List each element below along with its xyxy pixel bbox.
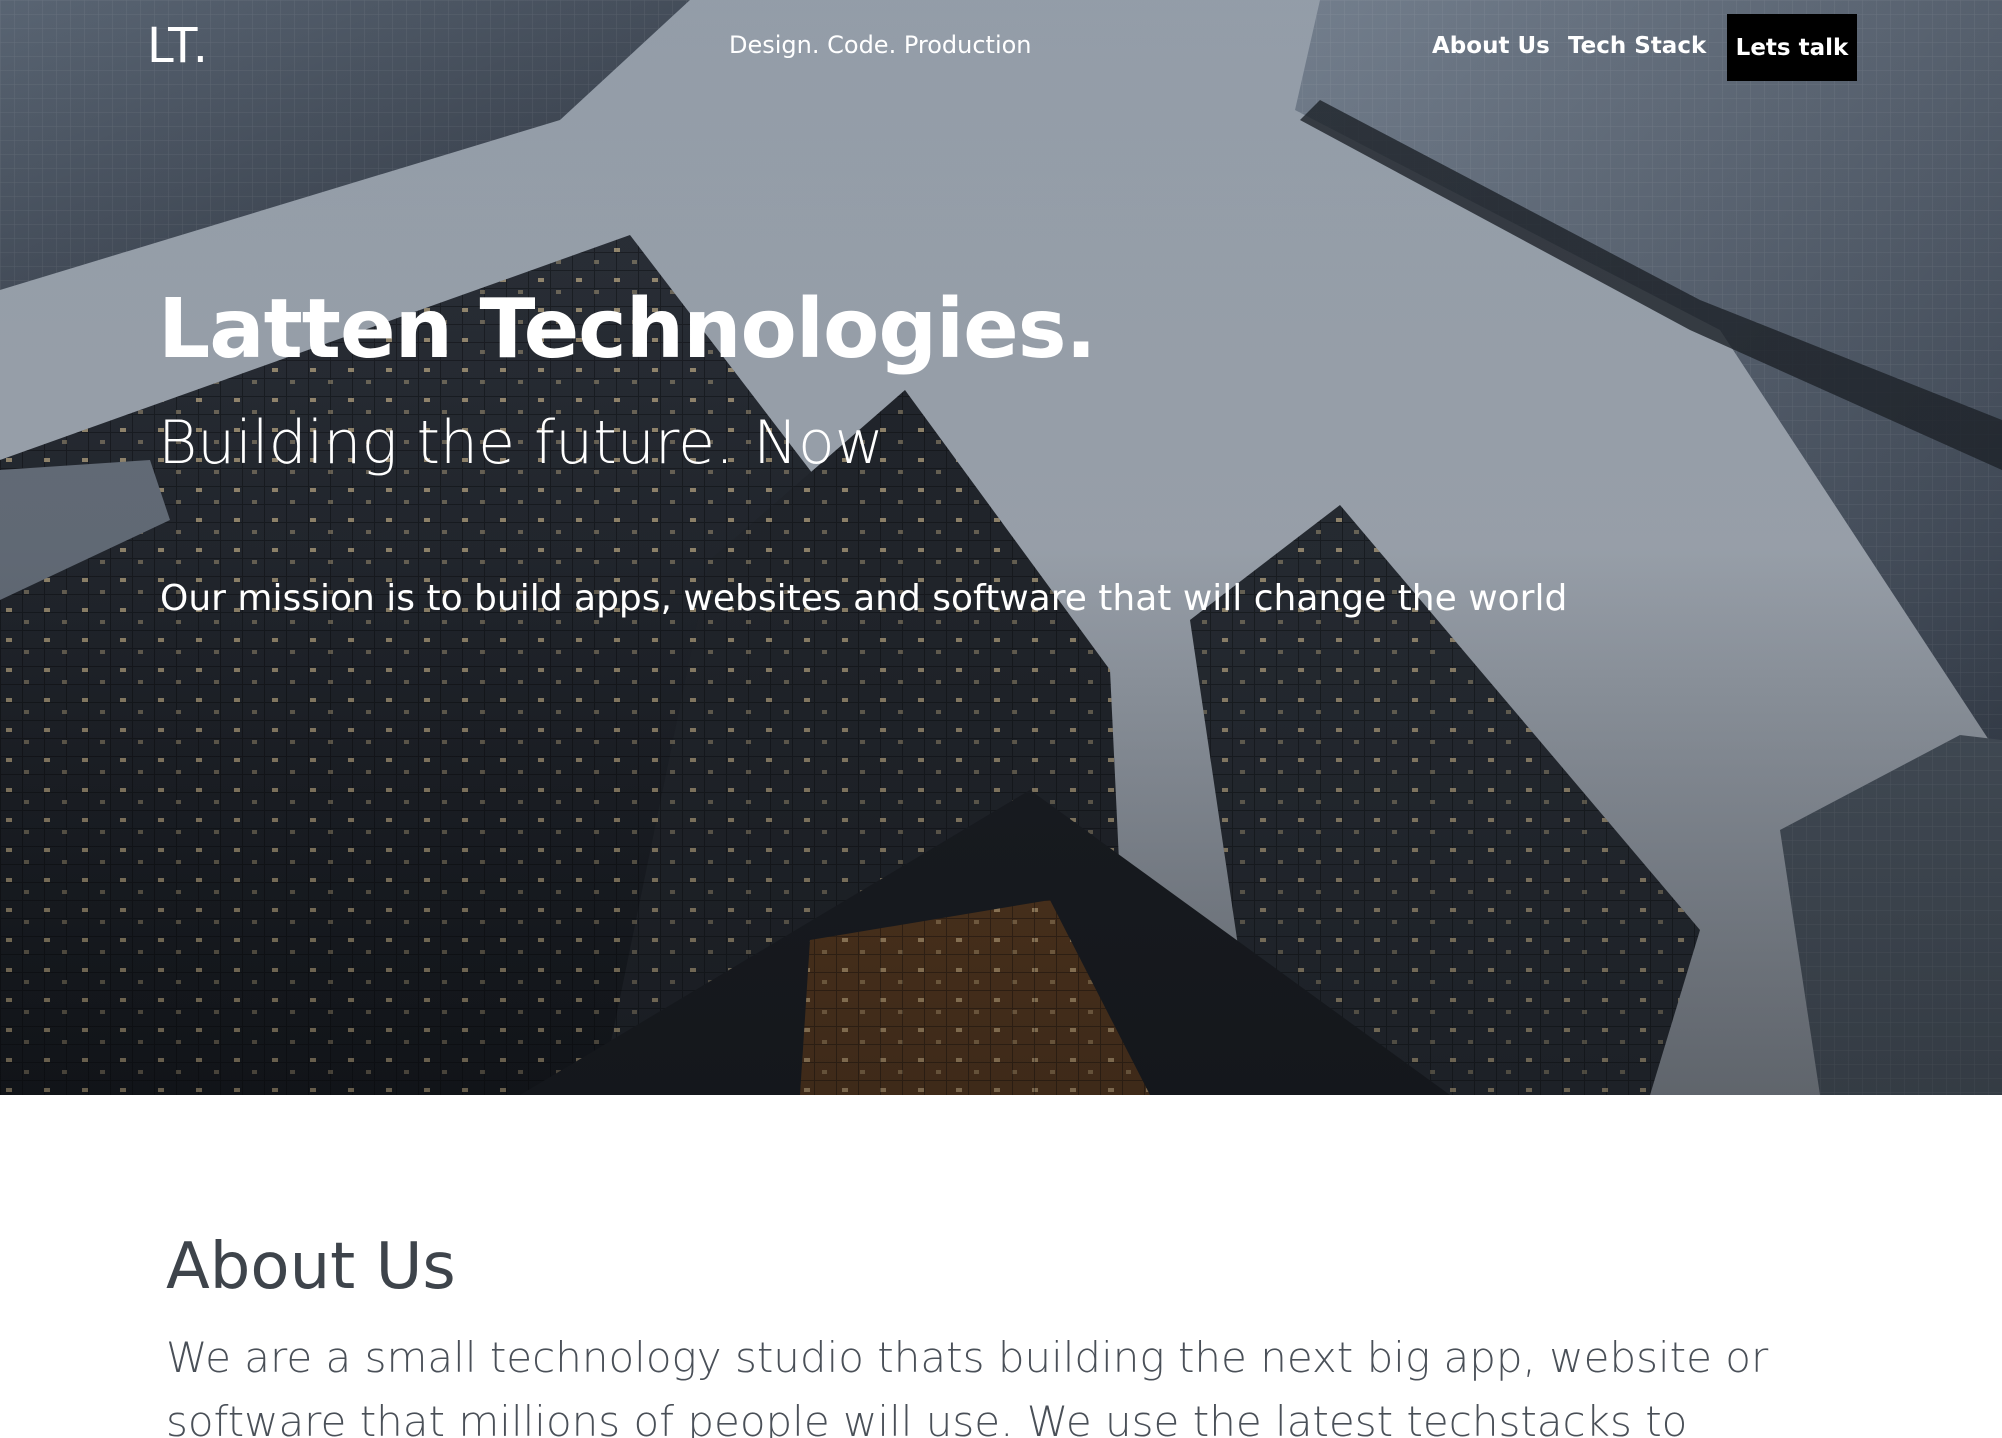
page: LT. Design. Code. Production About Us Te… [0,0,2002,1438]
nav-tagline: Design. Code. Production [729,31,1032,59]
about-body: We are a small technology studio thats b… [166,1333,1769,1438]
top-nav: LT. Design. Code. Production About Us Te… [0,0,2002,96]
about-title: About Us [166,1230,456,1304]
hero-subtitle: Building the future. Now [158,408,884,478]
nav-link-tech-stack[interactable]: Tech Stack [1568,33,1706,59]
hero-mission-text: Our mission is to build apps, websites a… [160,578,1568,619]
nav-link-about-us[interactable]: About Us [1432,33,1550,59]
hero-title: Latten Technologies. [158,282,1097,377]
hero-overlay [0,0,2002,1095]
lets-talk-button[interactable]: Lets talk [1727,14,1857,81]
logo[interactable]: LT. [147,18,209,74]
hero-section: LT. Design. Code. Production About Us Te… [0,0,2002,1095]
